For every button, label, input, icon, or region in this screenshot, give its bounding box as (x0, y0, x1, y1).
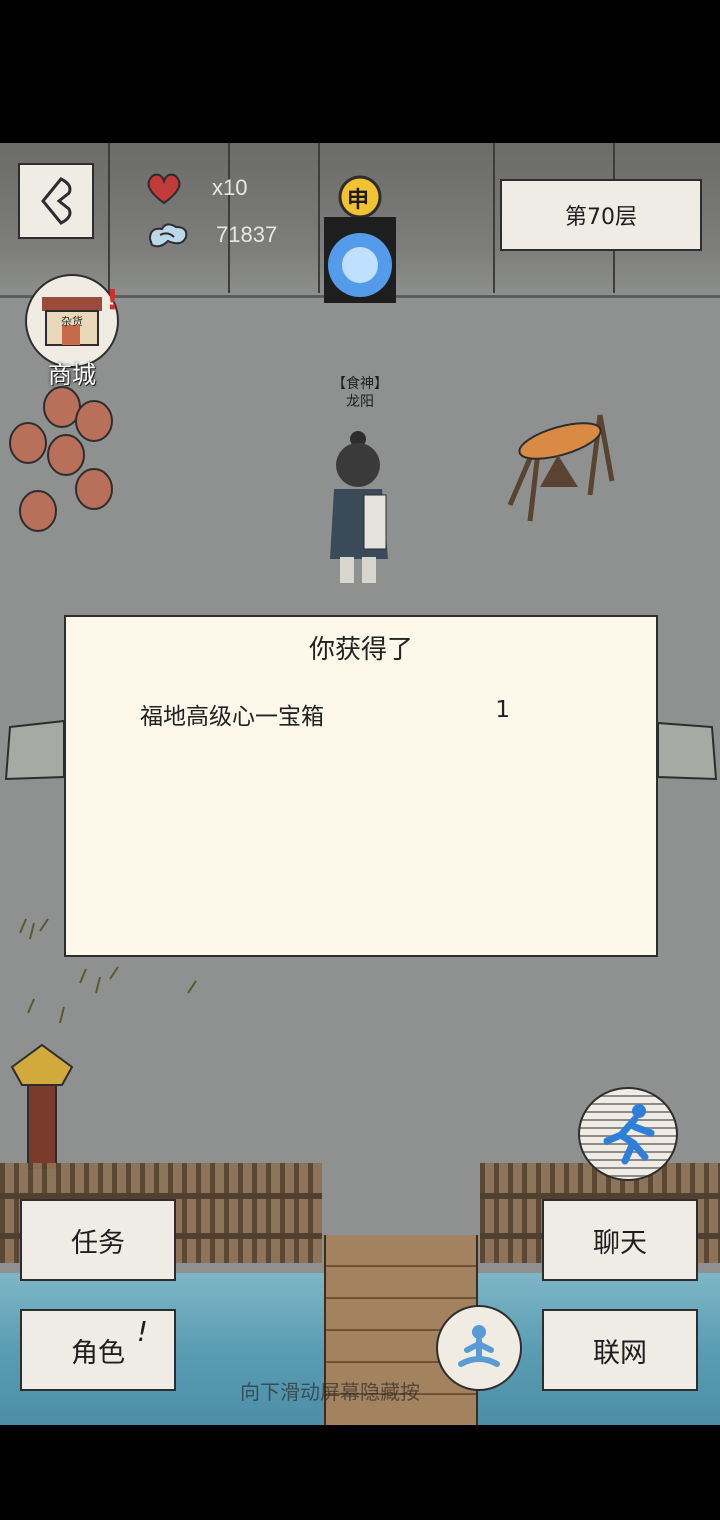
wine-jars-decoration (9, 386, 113, 532)
meditate-button[interactable] (436, 1305, 522, 1391)
stone-block-left (4, 719, 65, 781)
role-label: 角色 (71, 1337, 125, 1369)
game-scene: x10 71837 申 第70层 ! 杂货 商城 【食神】 龙阳 你获得了 福地… (0, 143, 720, 1425)
heart-icon (147, 173, 181, 205)
floor-indicator: 第70层 (500, 179, 702, 251)
role-notification-badge: ! (136, 1315, 148, 1348)
chat-button[interactable]: 聊天 (542, 1199, 698, 1281)
running-figure-icon (603, 1104, 655, 1165)
portal-glyph: 申 (347, 188, 370, 213)
hide-buttons-hint: 向下滑动屏幕隐藏按 (240, 1380, 420, 1404)
lives-count: x10 (212, 175, 248, 200)
meditation-figure-icon (458, 1325, 500, 1367)
currency-amount: 71837 (216, 222, 278, 247)
reward-item-name: 福地高级心一宝箱 (140, 704, 324, 730)
role-button[interactable]: 角色 ! (20, 1309, 176, 1391)
chat-label: 聊天 (593, 1227, 647, 1259)
tasks-label: 任务 (71, 1227, 125, 1259)
svg-text:!: ! (106, 283, 119, 316)
network-label: 联网 (593, 1337, 647, 1369)
currency-stat: 71837 (146, 219, 277, 251)
npc-name: 龙阳 (346, 394, 374, 410)
reward-item-row: 福地高级心一宝箱 1 (140, 697, 510, 731)
lantern-post-decoration (10, 1043, 74, 1169)
network-button[interactable]: 联网 (542, 1309, 698, 1391)
reward-item-qty: 1 (495, 697, 510, 723)
roasting-fish-decoration (507, 414, 615, 522)
npc-title: 【食神】 (332, 376, 388, 392)
stone-block-right (657, 721, 718, 781)
player-character[interactable] (318, 429, 402, 589)
lives-stat: x10 (146, 171, 247, 205)
back-arrow-icon (41, 177, 72, 225)
portal-gate[interactable]: 申 (320, 173, 400, 303)
shop-sign: 杂货 (61, 315, 83, 328)
dialog-title: 你获得了 (308, 635, 413, 665)
npc-label: 【食神】 龙阳 (318, 375, 402, 411)
sprint-button[interactable] (578, 1087, 678, 1181)
back-button[interactable] (18, 163, 94, 239)
tasks-button[interactable]: 任务 (20, 1199, 176, 1281)
cloud-icon (148, 223, 188, 248)
grass-decoration (19, 918, 197, 1024)
